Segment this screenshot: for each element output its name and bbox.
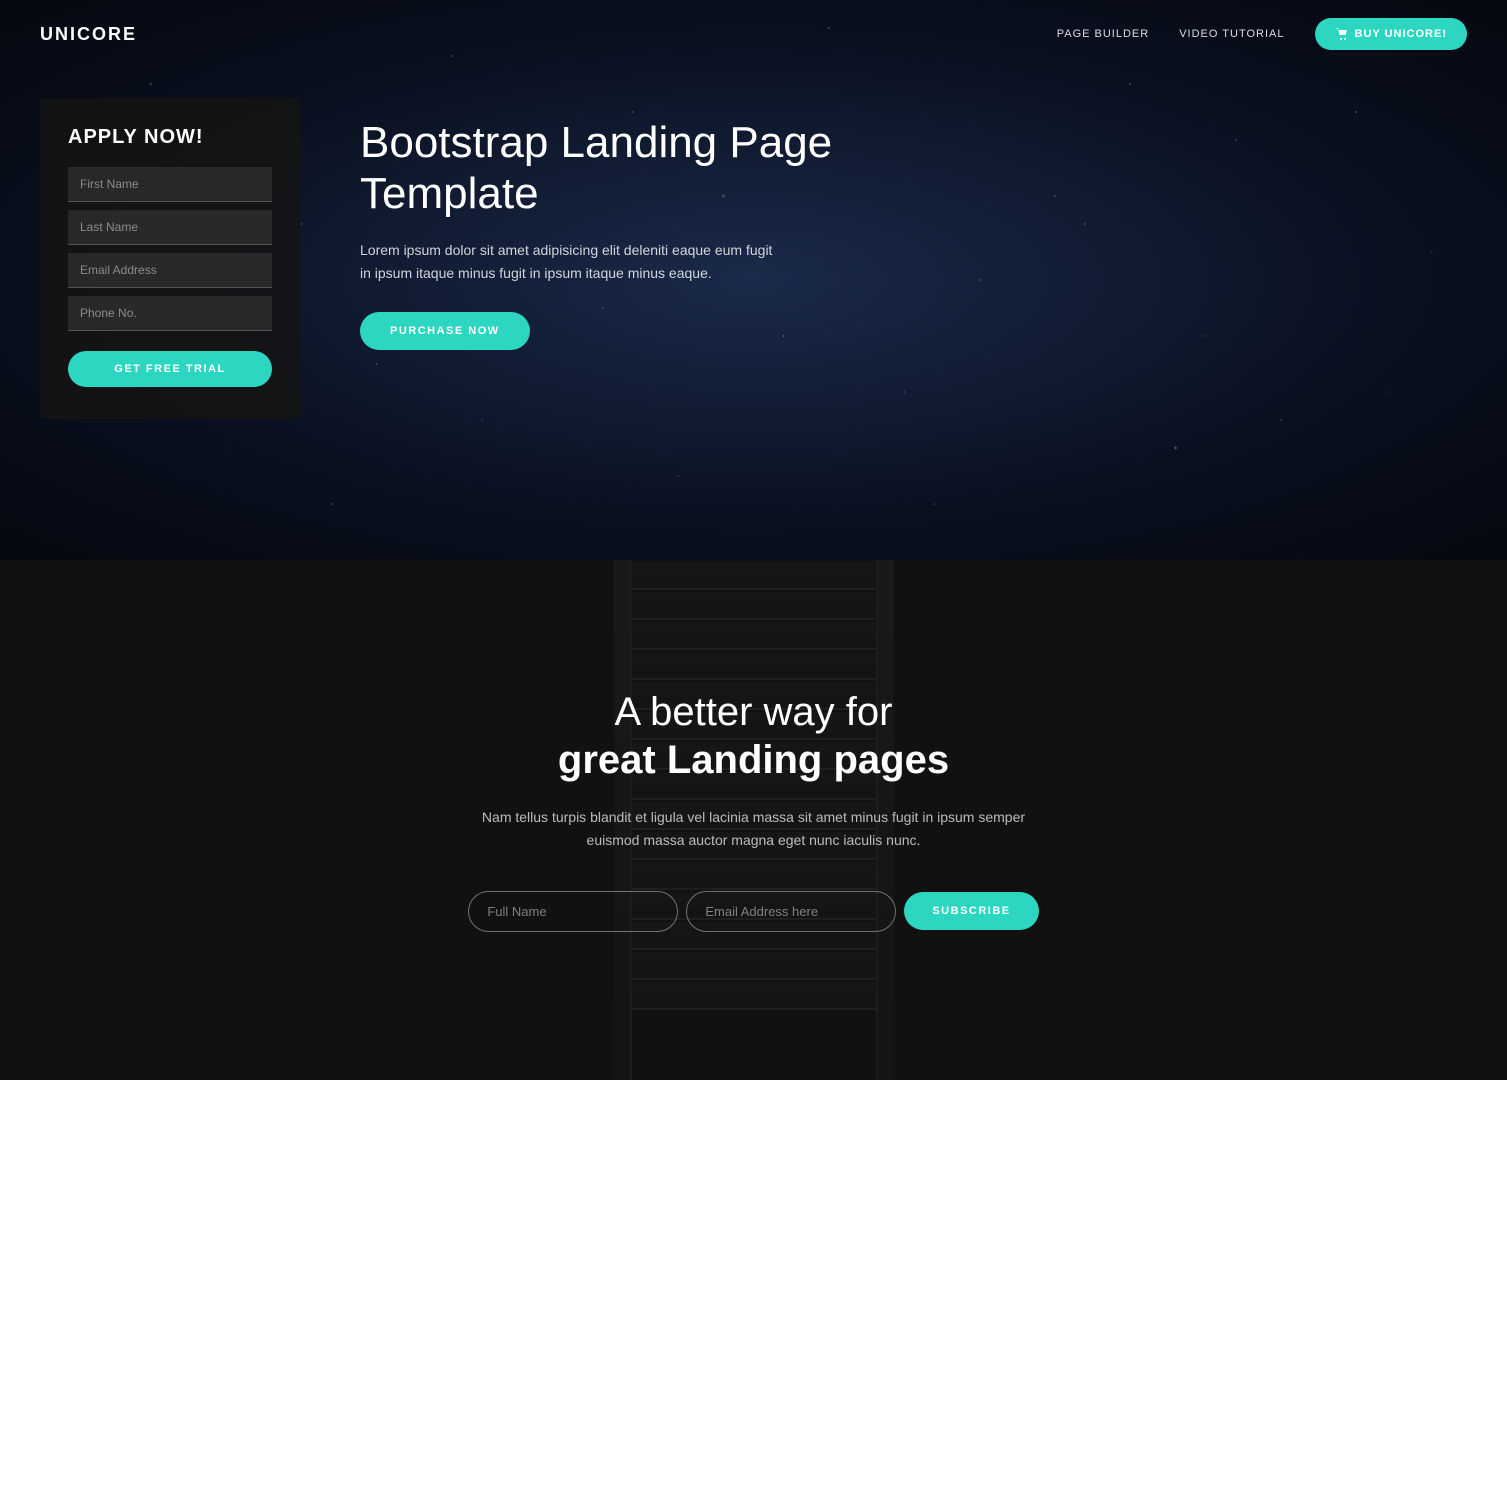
apply-form-title: APPLY NOW! [68, 126, 272, 149]
get-free-trial-button[interactable]: GET FREE TRIAL [68, 351, 272, 387]
hero-description: Lorem ipsum dolor sit amet adipisicing e… [360, 239, 780, 284]
escalator-step [632, 982, 876, 1010]
hero-section: UNICORE PAGE BUILDER VIDEO TUTORIAL BUY … [0, 0, 1507, 560]
phone-input[interactable] [68, 296, 272, 331]
purchase-now-button[interactable]: PURCHASE NOW [360, 312, 530, 350]
nav-link-page-builder[interactable]: PAGE BUILDER [1057, 28, 1150, 40]
nav-links: PAGE BUILDER VIDEO TUTORIAL BUY UNICORE! [1057, 18, 1467, 50]
escalator-heading: A better way for great Landing pages [468, 688, 1038, 784]
subscribe-button[interactable]: SUBSCRIBE [904, 892, 1038, 930]
first-name-input[interactable] [68, 167, 272, 202]
brand-logo: UNICORE [40, 24, 137, 45]
buy-unicore-button[interactable]: BUY UNICORE! [1315, 18, 1467, 50]
navbar: UNICORE PAGE BUILDER VIDEO TUTORIAL BUY … [0, 0, 1507, 68]
escalator-section: A better way for great Landing pages Nam… [0, 560, 1507, 1080]
escalator-step [632, 622, 876, 650]
hero-content: APPLY NOW! GET FREE TRIAL Bootstrap Land… [0, 68, 1507, 479]
escalator-step [632, 652, 876, 680]
escalator-step [632, 952, 876, 980]
hero-text-block: Bootstrap Landing Page Template Lorem ip… [360, 98, 860, 350]
cart-icon [1335, 27, 1349, 41]
escalator-step [632, 562, 876, 590]
subscribe-row: SUBSCRIBE [468, 891, 1038, 932]
last-name-input[interactable] [68, 210, 272, 245]
subscribe-email-input[interactable] [686, 891, 896, 932]
escalator-description: Nam tellus turpis blandit et ligula vel … [473, 806, 1033, 851]
escalator-step [632, 592, 876, 620]
subscribe-name-input[interactable] [468, 891, 678, 932]
nav-link-video-tutorial[interactable]: VIDEO TUTORIAL [1179, 28, 1284, 40]
hero-heading: Bootstrap Landing Page Template [360, 118, 860, 219]
email-input[interactable] [68, 253, 272, 288]
escalator-content: A better way for great Landing pages Nam… [468, 688, 1038, 932]
apply-form-card: APPLY NOW! GET FREE TRIAL [40, 98, 300, 419]
